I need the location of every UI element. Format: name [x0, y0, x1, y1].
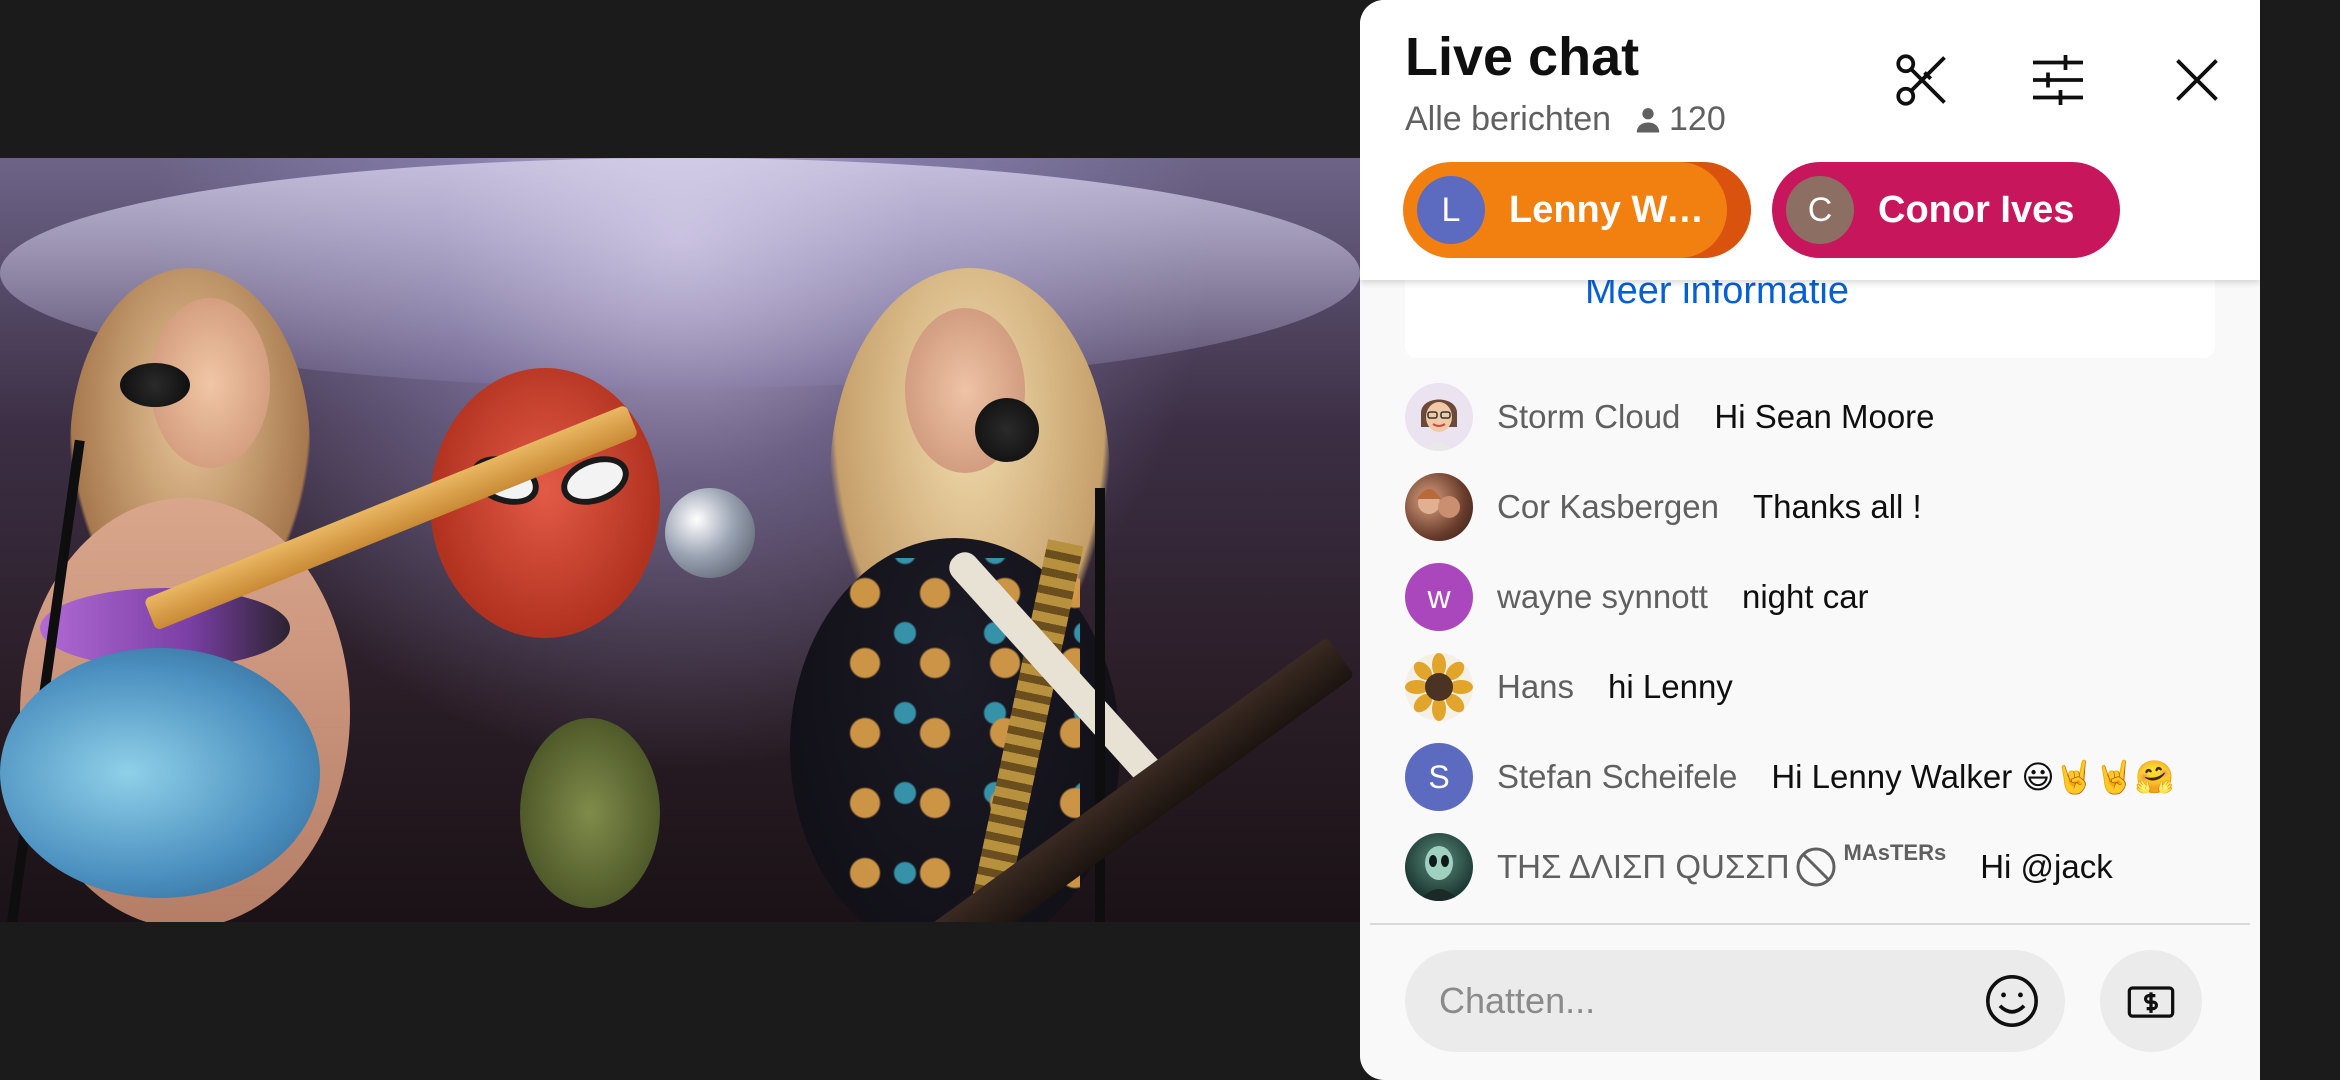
chat-input[interactable]: Chatten... [1405, 950, 2065, 1052]
chip-avatar: L [1417, 176, 1485, 244]
chat-message: Storm Cloud Hi Sean Moore [1405, 372, 2235, 462]
chip-avatar: C [1786, 176, 1854, 244]
clip-icon [1896, 54, 1946, 106]
message-author[interactable]: Storm Cloud [1497, 398, 1680, 436]
message-author[interactable]: Stefan Scheifele [1497, 758, 1737, 796]
message-text: Hi @jack [1980, 848, 2113, 885]
avatar-initial: S [1428, 758, 1450, 795]
chat-message-list[interactable]: Storm Cloud Hi Sean Moore Cor Kasbergen … [1405, 372, 2235, 912]
chip-label: Conor Ives [1878, 188, 2075, 231]
author-badge: MAsTERs [1843, 840, 1947, 865]
chat-message: ΤΗΣ ΔΛΙΣΠ QUΣΣΠ MAsTERs Hi @jack [1405, 822, 2235, 912]
chat-header: Live chat Alle berichten 120 L Lenny Wal… [1360, 0, 2260, 280]
viewer-count-value: 120 [1669, 100, 1726, 138]
emoji-button[interactable] [1982, 971, 2042, 1031]
close-icon [2176, 59, 2218, 101]
memoji-avatar-icon [1405, 383, 1473, 451]
message-author[interactable]: Cor Kasbergen [1497, 488, 1719, 526]
message-text: Hi Lenny Walker 😃🤘🤘🤗 [1771, 758, 2174, 796]
chat-message: S Stefan Scheifele Hi Lenny Walker 😃🤘🤘🤗 [1405, 732, 2235, 822]
message-text: hi Lenny [1608, 668, 1733, 705]
message-text: Thanks all ! [1752, 488, 1922, 525]
message-text: Hi Sean Moore [1714, 398, 1935, 435]
chat-settings-button[interactable] [2026, 48, 2090, 112]
avatar[interactable]: S [1405, 743, 1473, 811]
sunflower-avatar-icon [1405, 653, 1473, 721]
chip-label: Lenny Wal... [1509, 188, 1719, 231]
video-player[interactable] [0, 158, 1360, 922]
alien-avatar-icon [1419, 846, 1459, 901]
video-prop-part [665, 488, 755, 578]
close-chat-button[interactable] [2165, 48, 2229, 112]
chat-mode-selector[interactable]: Alle berichten 120 [1405, 100, 1726, 139]
app-screen: Live chat Alle berichten 120 L Lenny Wal… [0, 0, 2340, 1080]
chat-message: w wayne synnott night car [1405, 552, 2235, 642]
pinned-chip-lenny[interactable]: L Lenny Wal... [1403, 162, 1751, 258]
avatar[interactable] [1405, 473, 1473, 541]
message-emoji: 😃🤘🤘🤗 [2021, 758, 2175, 796]
photo-avatar-icon [1417, 489, 1460, 518]
viewer-count: 120 [1633, 100, 1726, 139]
video-prop-guitar [0, 648, 320, 898]
avatar[interactable] [1405, 383, 1473, 451]
live-chat-panel: Live chat Alle berichten 120 L Lenny Wal… [1360, 0, 2260, 1080]
video-prop-part [120, 363, 190, 407]
avatar[interactable]: w [1405, 563, 1473, 631]
video-prop-part [975, 398, 1039, 462]
person-icon [1636, 107, 1660, 132]
message-text: night car [1741, 578, 1869, 615]
video-prop-part [520, 718, 660, 908]
message-author-name: ΤΗΣ ΔΛΙΣΠ QUΣΣΠ [1497, 848, 1790, 885]
message-author[interactable]: ΤΗΣ ΔΛΙΣΠ QUΣΣΠ MAsTERs [1497, 840, 1946, 889]
super-chat-button[interactable] [2100, 950, 2202, 1052]
chat-input-placeholder: Chatten... [1439, 980, 1596, 1021]
no-symbol-icon [1796, 847, 1836, 887]
smiley-icon [1986, 975, 2038, 1027]
chat-message: Hans hi Lenny [1405, 642, 2235, 732]
avatar-initial: w [1427, 578, 1451, 615]
message-author[interactable]: Hans [1497, 668, 1574, 706]
pinned-chip-conor[interactable]: C Conor Ives [1772, 162, 2120, 258]
message-text-body: Hi Lenny Walker [1771, 758, 2013, 795]
filter-icon [2033, 55, 2083, 105]
clip-button[interactable] [1890, 48, 1954, 112]
message-author[interactable]: wayne synnott [1497, 578, 1708, 616]
avatar[interactable] [1405, 833, 1473, 901]
chat-title: Live chat [1405, 27, 1640, 87]
money-icon [2127, 986, 2175, 1018]
avatar[interactable] [1405, 653, 1473, 721]
chat-message: Cor Kasbergen Thanks all ! [1405, 462, 2235, 552]
input-divider [1370, 923, 2250, 925]
chat-mode-label: Alle berichten [1405, 100, 1612, 138]
